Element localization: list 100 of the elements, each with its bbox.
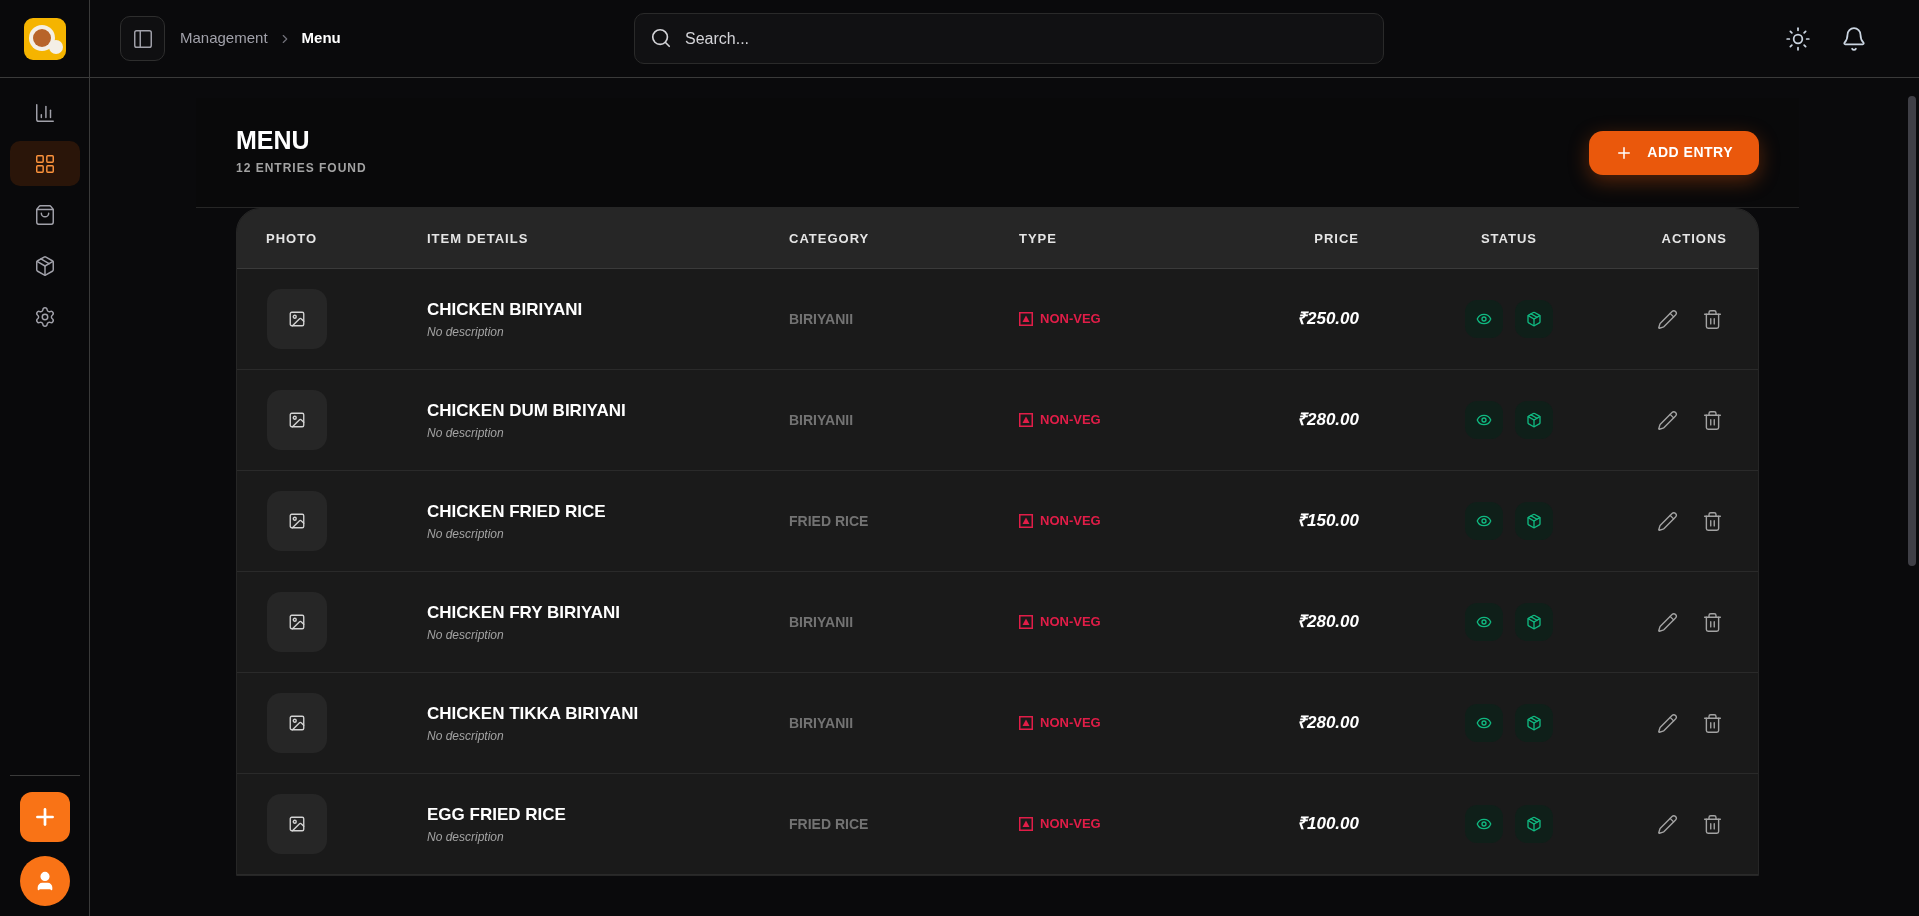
sun-icon bbox=[1785, 25, 1811, 52]
delete-button[interactable] bbox=[1702, 308, 1723, 330]
item-name: CHICKEN FRY BIRIYANI bbox=[427, 602, 621, 625]
price-text: ₹100.00 bbox=[1297, 814, 1359, 834]
page-title: MENU bbox=[236, 128, 311, 153]
column-header: PHOTO bbox=[265, 229, 317, 248]
eye-icon bbox=[1476, 311, 1492, 327]
sidebar-toggle-button[interactable] bbox=[120, 16, 165, 61]
type-label: NON-VEG bbox=[1040, 714, 1101, 733]
user-avatar[interactable] bbox=[19, 856, 70, 906]
non-veg-icon bbox=[1019, 716, 1033, 730]
column-header: ITEM DETAILS bbox=[427, 229, 529, 248]
edit-button[interactable] bbox=[1657, 510, 1678, 532]
edit-button[interactable] bbox=[1657, 813, 1678, 835]
entries-count: 12 ENTRIES FOUND bbox=[236, 160, 367, 177]
edit-button[interactable] bbox=[1657, 611, 1678, 633]
delete-button[interactable] bbox=[1702, 813, 1723, 835]
pencil-icon bbox=[1657, 409, 1678, 431]
delete-button[interactable] bbox=[1702, 409, 1723, 431]
scrollbar-thumb[interactable] bbox=[1908, 96, 1916, 566]
edit-button[interactable] bbox=[1657, 308, 1678, 330]
trash-icon bbox=[1702, 409, 1723, 431]
bag-icon bbox=[33, 203, 56, 226]
package-icon bbox=[1526, 311, 1542, 327]
type-label: NON-VEG bbox=[1040, 512, 1101, 531]
add-entry-button[interactable]: ADD ENTRY bbox=[1589, 130, 1759, 175]
column-header: CATEGORY bbox=[789, 229, 870, 248]
food-logo-icon[interactable] bbox=[23, 17, 66, 60]
pencil-icon bbox=[1657, 611, 1678, 633]
item-name: CHICKEN BIRIYANI bbox=[427, 299, 584, 322]
item-name: CHICKEN TIKKA BIRIYANI bbox=[427, 703, 640, 726]
non-veg-icon bbox=[1019, 413, 1033, 427]
trash-icon bbox=[1702, 611, 1723, 633]
bell-icon bbox=[1841, 25, 1867, 52]
breadcrumb-link[interactable]: Management bbox=[180, 27, 268, 50]
delete-button[interactable] bbox=[1702, 712, 1723, 734]
type-label: NON-VEG bbox=[1040, 411, 1101, 430]
non-veg-icon bbox=[1019, 817, 1033, 831]
price-text: ₹280.00 bbox=[1297, 612, 1359, 632]
notifications-button[interactable] bbox=[1841, 25, 1867, 52]
breadcrumb-link[interactable]: Menu bbox=[301, 27, 341, 50]
search-field[interactable]: Search... bbox=[634, 13, 1384, 64]
image-icon bbox=[288, 613, 306, 631]
package-icon bbox=[1526, 715, 1542, 731]
category-text: BIRIYANII bbox=[789, 412, 854, 428]
category-text: BIRIYANII bbox=[789, 614, 854, 630]
eye-icon bbox=[1476, 816, 1492, 832]
image-icon bbox=[288, 411, 306, 429]
column-header: PRICE bbox=[1314, 229, 1359, 248]
package-icon bbox=[1526, 412, 1542, 428]
non-veg-icon bbox=[1019, 514, 1033, 528]
category-text: BIRIYANII bbox=[789, 311, 854, 327]
settings-icon bbox=[33, 305, 56, 328]
edit-button[interactable] bbox=[1657, 409, 1678, 431]
trash-icon bbox=[1702, 712, 1723, 734]
trash-icon bbox=[1702, 308, 1723, 330]
search-icon bbox=[650, 27, 672, 49]
column-header: TYPE bbox=[1019, 229, 1057, 248]
package-icon bbox=[1526, 513, 1542, 529]
item-description: No description bbox=[427, 525, 505, 543]
delete-button[interactable] bbox=[1702, 510, 1723, 532]
panel-icon bbox=[131, 27, 154, 50]
price-text: ₹280.00 bbox=[1297, 713, 1359, 733]
category-text: FRIED RICE bbox=[789, 513, 869, 529]
item-name: CHICKEN FRIED RICE bbox=[427, 501, 607, 524]
type-label: NON-VEG bbox=[1040, 815, 1101, 834]
package-icon bbox=[1526, 816, 1542, 832]
price-text: ₹150.00 bbox=[1297, 511, 1359, 531]
eye-icon bbox=[1476, 715, 1492, 731]
bar-chart-icon bbox=[33, 101, 56, 124]
item-description: No description bbox=[427, 828, 505, 846]
non-veg-icon bbox=[1019, 615, 1033, 629]
package-icon bbox=[1526, 614, 1542, 630]
package-icon bbox=[33, 254, 56, 277]
category-text: BIRIYANII bbox=[789, 715, 854, 731]
non-veg-icon bbox=[1019, 312, 1033, 326]
item-description: No description bbox=[427, 626, 505, 644]
delete-button[interactable] bbox=[1702, 611, 1723, 633]
theme-toggle-button[interactable] bbox=[1785, 25, 1811, 52]
trash-icon bbox=[1702, 813, 1723, 835]
edit-button[interactable] bbox=[1657, 712, 1678, 734]
eye-icon bbox=[1476, 614, 1492, 630]
category-text: FRIED RICE bbox=[789, 816, 869, 832]
add-button[interactable] bbox=[19, 792, 70, 842]
image-icon bbox=[288, 714, 306, 732]
pencil-icon bbox=[1657, 510, 1678, 532]
pencil-icon bbox=[1657, 308, 1678, 330]
grid-icon bbox=[33, 152, 56, 175]
column-header: STATUS bbox=[1480, 229, 1538, 248]
eye-icon bbox=[1476, 412, 1492, 428]
column-header: ACTIONS bbox=[1661, 229, 1728, 248]
image-icon bbox=[288, 310, 306, 328]
item-description: No description bbox=[427, 424, 505, 442]
trash-icon bbox=[1702, 510, 1723, 532]
item-description: No description bbox=[427, 727, 505, 745]
eye-icon bbox=[1476, 513, 1492, 529]
sidebar-nav-button[interactable] bbox=[9, 141, 80, 186]
pencil-icon bbox=[1657, 813, 1678, 835]
type-label: NON-VEG bbox=[1040, 613, 1101, 632]
image-icon bbox=[288, 815, 306, 833]
